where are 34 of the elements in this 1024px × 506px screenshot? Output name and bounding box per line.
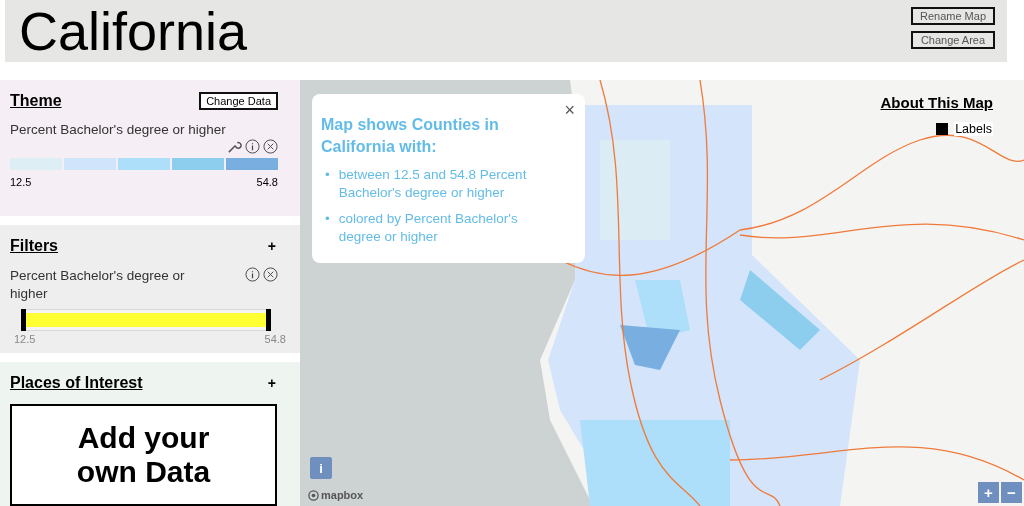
remove-icon[interactable] xyxy=(263,267,278,282)
slider-handle[interactable] xyxy=(21,309,26,331)
about-link[interactable]: About This Map xyxy=(880,94,993,111)
slider-min: 12.5 xyxy=(14,333,36,345)
bullet-mark: • xyxy=(325,210,330,228)
slider-handle[interactable] xyxy=(266,309,271,331)
mapbox-logo[interactable]: mapbox xyxy=(308,489,364,501)
theme-variable: Percent Bachelor's degree or higher xyxy=(10,122,227,137)
filter-label: Percent Bachelor's degree or higher xyxy=(10,267,186,303)
labels-checkbox[interactable] xyxy=(936,123,949,135)
mapbox-text: mapbox xyxy=(321,489,364,501)
mapbox-icon xyxy=(308,489,319,501)
change-area-button[interactable]: Change Area xyxy=(911,31,995,49)
info-icon[interactable] xyxy=(245,139,260,154)
map-title: California xyxy=(18,0,248,62)
slider-max: 54.8 xyxy=(264,333,286,345)
rename-button[interactable]: Rename Map xyxy=(911,7,995,25)
bullet-mark: • xyxy=(325,166,330,184)
labels-label: Labels xyxy=(954,122,993,136)
popup-bullet: colored by Percent Bachelor's degree or higher xyxy=(338,210,519,246)
legend-min: 12.5 xyxy=(10,176,32,188)
filters-heading: Filters xyxy=(10,237,58,255)
theme-heading: Theme xyxy=(10,92,62,110)
legend-max: 54.8 xyxy=(256,176,278,188)
remove-icon[interactable] xyxy=(263,139,278,154)
popup-title: Map shows Counties in California with: xyxy=(321,115,500,157)
info-icon[interactable] xyxy=(245,267,260,282)
popup-bullet: between 12.5 and 54.8 Percent Bachelor's degree or higher xyxy=(338,166,528,202)
add-data-button[interactable]: Add your own Data xyxy=(10,404,277,506)
change-data-button[interactable]: Change Data xyxy=(199,92,278,110)
add-filter-button[interactable]: + xyxy=(265,238,278,254)
places-heading: Places of Interest xyxy=(10,374,143,392)
close-button[interactable]: × xyxy=(562,100,577,120)
add-place-button[interactable]: + xyxy=(265,375,278,391)
